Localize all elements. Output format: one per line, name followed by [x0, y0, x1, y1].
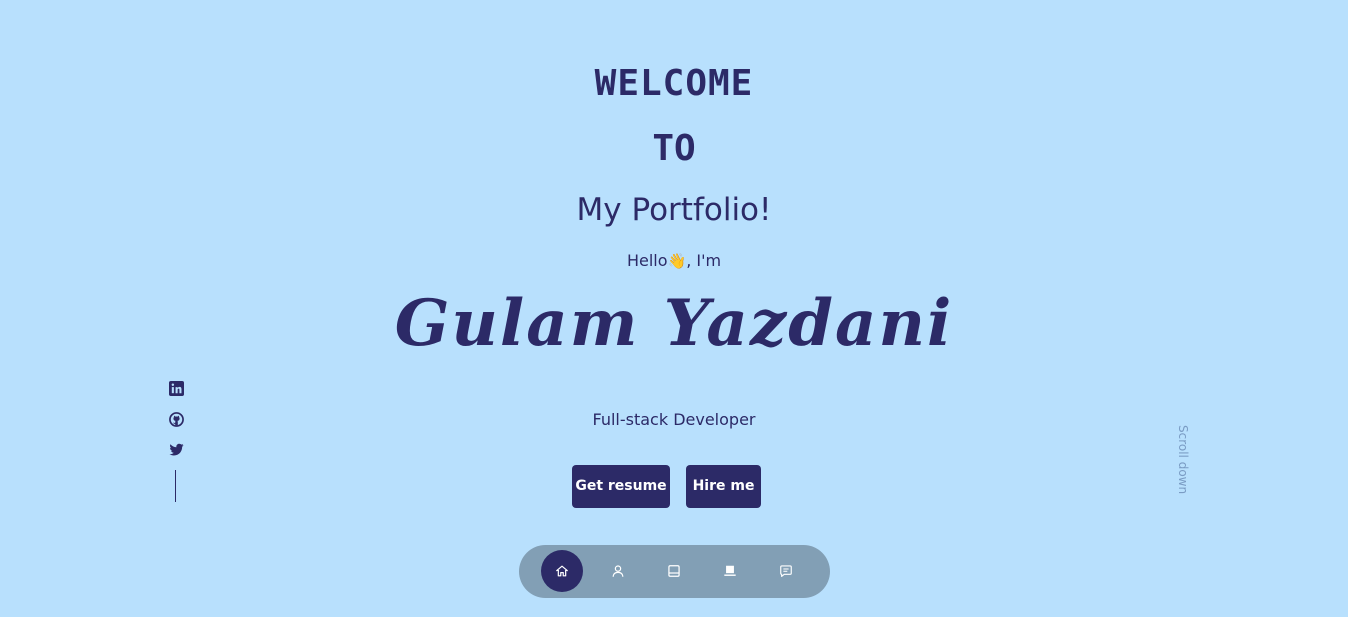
- laptop-icon: [724, 565, 736, 576]
- social-links: [166, 378, 186, 471]
- scroll-down-link[interactable]: Scroll down: [1166, 425, 1200, 495]
- get-resume-button[interactable]: Get resume: [572, 465, 670, 508]
- hello-prefix: Hello: [626, 251, 668, 270]
- nav-home[interactable]: [541, 550, 583, 592]
- nav-about[interactable]: [597, 550, 639, 592]
- home-icon: [556, 565, 568, 577]
- to-heading: TO: [652, 128, 696, 169]
- twitter-icon[interactable]: [166, 440, 186, 460]
- bottom-nav: [519, 545, 830, 598]
- nav-contact[interactable]: [765, 550, 807, 592]
- portfolio-heading: My Portfolio!: [576, 192, 772, 228]
- social-divider-line: [175, 470, 176, 502]
- hello-text: Hello👋, I'm: [0, 250, 1348, 272]
- hello-suffix: , I'm: [686, 251, 722, 270]
- github-icon[interactable]: [166, 409, 186, 429]
- welcome-heading: WELCOME: [594, 63, 754, 104]
- waving-hand-icon: 👋: [667, 252, 687, 270]
- user-icon: [612, 565, 624, 577]
- hire-me-button[interactable]: Hire me: [686, 465, 761, 508]
- message-icon: [780, 565, 792, 577]
- nav-portfolio[interactable]: [709, 550, 751, 592]
- linkedin-icon[interactable]: [166, 378, 186, 398]
- name-heading: Gulam Yazdani: [394, 286, 954, 361]
- role-text: Full-stack Developer: [592, 410, 756, 429]
- nav-experience[interactable]: [653, 550, 695, 592]
- book-icon: [668, 565, 680, 577]
